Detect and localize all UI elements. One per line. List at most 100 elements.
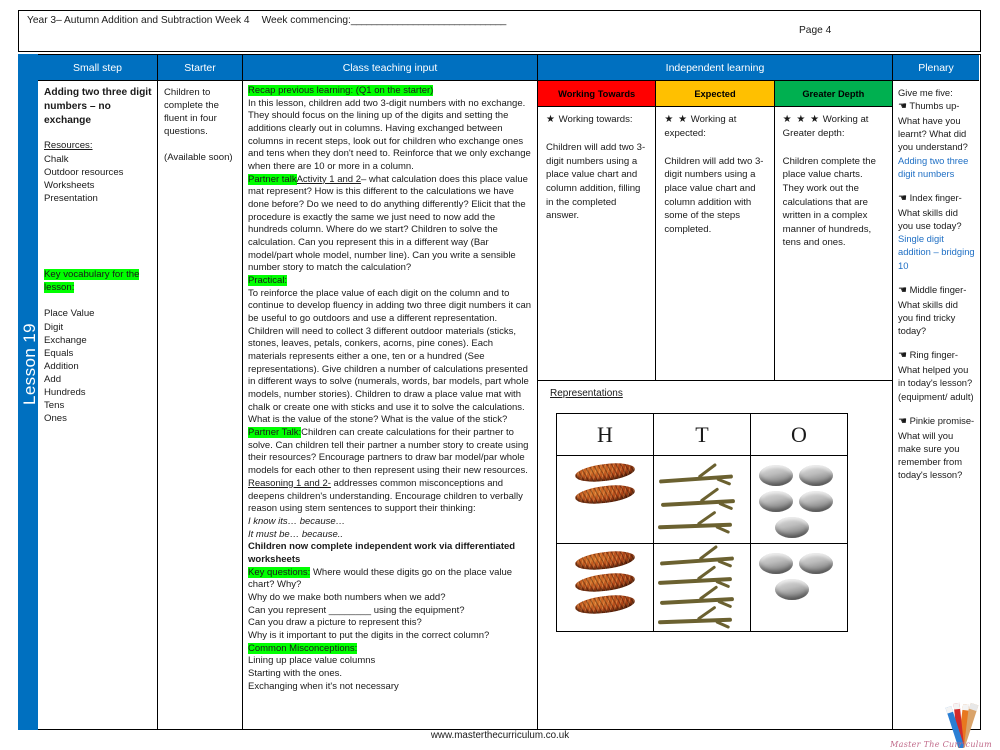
recap-heading: Recap previous learning: (Q1 on the star… [248, 85, 434, 96]
stick-icon [657, 522, 733, 530]
star-rating-icon: ★ ★ [664, 114, 689, 125]
stick-icon [657, 617, 733, 625]
plenary-item-2: ☚ Index finger- What skills did you use … [898, 191, 975, 272]
stick-group [657, 461, 746, 538]
resource-item: Presentation [44, 193, 98, 205]
pine-cone-icon [574, 570, 636, 595]
working-towards-text: Children will add two 3-digit numbers us… [546, 142, 646, 222]
independent-work-note: Children now complete independent work v… [248, 541, 516, 565]
key-question: Why do we make both numbers when we add? [248, 591, 446, 603]
representations-area: Representations H T O [538, 381, 892, 632]
vocab-item: Tens [44, 399, 65, 411]
pine-cone-icon [574, 592, 636, 617]
stone-icon [775, 579, 809, 600]
lesson-number-label: Lesson 19 [20, 322, 39, 406]
stick-icon [659, 597, 735, 605]
cell-greater-depth: ★ ★ ★ Working at Greater depth: Children… [775, 107, 892, 380]
stone-icon [759, 553, 793, 574]
column-class-teaching-input: Class teaching input Recap previous lear… [243, 55, 538, 729]
page-number: Page 4 [799, 25, 832, 36]
place-value-row-1 [556, 455, 848, 544]
key-vocabulary-block: Key vocabulary for the lesson: [44, 269, 152, 294]
plenary-item-1: ☚ Thumbs up- What have you learnt? What … [898, 99, 975, 180]
expected-heading: ★ ★ Working at expected: [664, 113, 766, 141]
working-towards-heading: ★ Working towards: [546, 113, 648, 127]
stick-icon [657, 577, 733, 585]
key-vocabulary-list: Place Value Digit Exchange Equals Additi… [44, 307, 152, 424]
star-rating-icon: ★ [546, 114, 556, 125]
footer-website-url: www.masterthecurriculum.co.uk [430, 730, 570, 741]
differentiation-band-row: Working Towards Expected Greater Depth [538, 81, 892, 107]
header-title: Year 3– Autumn Addition and Subtraction … [27, 15, 250, 26]
band-working-towards: Working Towards [538, 81, 657, 106]
cell-working-towards: ★ Working towards: Children will add two… [538, 107, 657, 380]
stone-icon [759, 491, 793, 512]
reasoning-label: Reasoning 1 and 2- [248, 477, 331, 489]
document-header: Year 3– Autumn Addition and Subtraction … [18, 10, 981, 52]
plenary-item-5: ☚ Pinkie promise- What will you make sur… [898, 414, 975, 482]
resource-item: Outdoor resources [44, 167, 124, 178]
practical-body: To reinforce the place value of each dig… [248, 287, 532, 426]
vocab-item: Addition [44, 360, 79, 372]
place-value-header-row: H T O [556, 413, 848, 456]
lesson-spine: Lesson 19 [18, 54, 39, 730]
representations-title: Representations [550, 388, 623, 399]
hand-icon: ☚ [898, 415, 907, 427]
partner-talk-1-body: – what calculation does this place value… [248, 173, 528, 274]
stone-icon [799, 553, 833, 574]
place-value-chart: H T O [556, 413, 848, 632]
stone-icon [775, 517, 809, 538]
stick-icon [660, 499, 736, 507]
lesson-plan-table: Small step Adding two three digit number… [38, 54, 981, 730]
plenary-body: Give me five: ☚ Thumbs up- What have you… [893, 81, 979, 481]
misconception-item: Exchanging when it's not necessary [248, 680, 399, 692]
header-independent-learning: Independent learning [538, 55, 892, 81]
place-value-header-hundreds: H [556, 413, 654, 456]
starter-text: Children to complete the fluent in four … [164, 87, 219, 138]
starter-body: Children to complete the fluent in four … [158, 81, 242, 164]
vocab-item: Exchange [44, 334, 87, 346]
plenary-item-text: Ring finger- What helped you in today's … [898, 349, 974, 402]
teaching-body: Recap previous learning: (Q1 on the star… [243, 81, 537, 693]
plenary-item-text: Middle finger- What skills did you find … [898, 283, 967, 337]
stone-group [755, 549, 843, 600]
brand-logo-wordmark: Master The Curriculum [890, 740, 992, 749]
greater-depth-text: Children complete the place value charts… [782, 155, 876, 249]
resource-item: Chalk [44, 153, 69, 165]
band-greater-depth: Greater Depth [774, 81, 892, 106]
column-plenary: Plenary Give me five: ☚ Thumbs up- What … [893, 55, 979, 729]
plenary-item-answer: Single digit addition – bridging 10 [898, 233, 975, 271]
pine-cone-icon [574, 548, 636, 573]
plenary-item-answer: Adding two three digit numbers [898, 154, 969, 179]
pine-cone-icon [574, 460, 636, 485]
resource-item: Worksheets [44, 180, 95, 192]
plenary-item-text: Index finger- What skills did you use to… [898, 191, 962, 232]
vocab-item: Equals [44, 347, 74, 359]
vocab-item: Add [44, 373, 62, 385]
week-commencing-blank: ______________________________ [350, 15, 506, 26]
vocab-item: Digit [44, 321, 64, 333]
recap-body: In this lesson, children add two 3-digit… [248, 97, 531, 173]
misconceptions-heading: Common Misconceptions: [248, 642, 358, 654]
column-small-step: Small step Adding two three digit number… [38, 55, 158, 729]
week-commencing-label: Week commencing: [261, 15, 351, 26]
pine-cone-group [561, 548, 649, 617]
practical-heading: Practical: [248, 275, 288, 287]
place-value-row-2 [556, 543, 848, 632]
tens-cell-row-2 [653, 543, 751, 632]
starter-availability: (Available soon) [164, 152, 233, 164]
header-class-teaching-input: Class teaching input [243, 55, 537, 81]
key-question: Can you represent ________ using the equ… [248, 604, 465, 616]
stone-icon [799, 491, 833, 512]
key-question: Why is it important to put the digits in… [248, 629, 490, 641]
plenary-item-text: Pinkie promise- What will you make sure … [898, 414, 975, 481]
plenary-intro: Give me five: [898, 87, 953, 98]
hundreds-cell-row-2 [556, 543, 654, 632]
tens-cell-row-1 [653, 455, 751, 544]
hand-icon: ☚ [898, 284, 907, 296]
stem-sentence-1: I know its… because… [248, 515, 346, 527]
stick-icon [659, 556, 735, 566]
ones-cell-row-2 [750, 543, 848, 632]
ones-cell-row-1 [750, 455, 848, 544]
stick-icon [658, 474, 734, 484]
